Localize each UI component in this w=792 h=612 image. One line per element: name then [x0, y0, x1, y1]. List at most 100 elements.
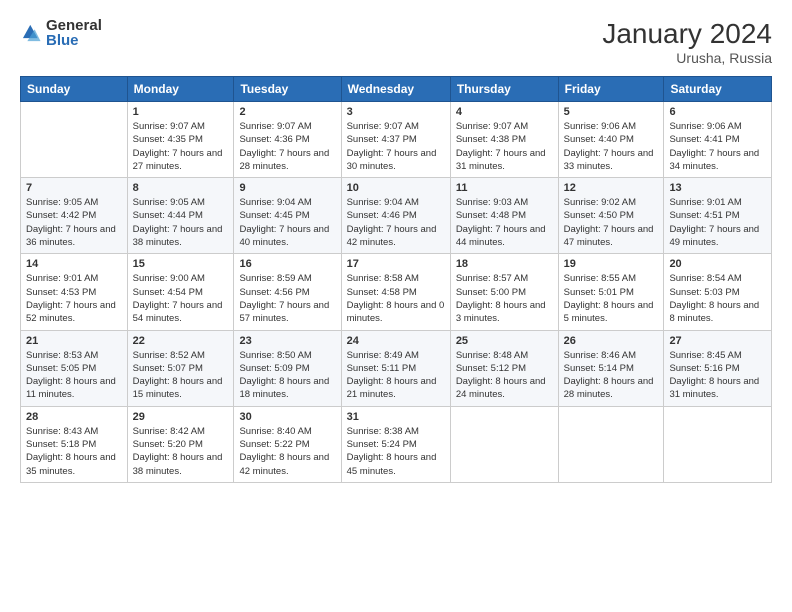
day-number: 18: [456, 258, 553, 270]
day-number: 16: [239, 258, 335, 270]
day-number: 31: [347, 411, 445, 423]
header-row: Sunday Monday Tuesday Wednesday Thursday…: [21, 77, 772, 102]
day-number: 8: [133, 182, 229, 194]
day-info: Sunrise: 8:59 AMSunset: 4:56 PMDaylight:…: [239, 272, 335, 325]
calendar-body: 1 Sunrise: 9:07 AMSunset: 4:35 PMDaylight…: [21, 102, 772, 483]
day-info: Sunrise: 9:07 AMSunset: 4:37 PMDaylight:…: [347, 120, 445, 173]
day-info: Sunrise: 8:40 AMSunset: 5:22 PMDaylight:…: [239, 425, 335, 478]
title-block: January 2024 Urusha, Russia: [602, 18, 772, 66]
day-cell: 5 Sunrise: 9:06 AMSunset: 4:40 PMDaylight…: [558, 102, 664, 178]
day-info: Sunrise: 8:53 AMSunset: 5:05 PMDaylight:…: [26, 349, 122, 402]
week-row: 28 Sunrise: 8:43 AMSunset: 5:18 PMDayligh…: [21, 406, 772, 482]
day-number: 1: [133, 106, 229, 118]
day-info: Sunrise: 8:52 AMSunset: 5:07 PMDaylight:…: [133, 349, 229, 402]
day-cell: 11Sunrise: 9:03 AMSunset: 4:48 PMDayligh…: [450, 178, 558, 254]
day-number: 30: [239, 411, 335, 423]
day-cell: [558, 406, 664, 482]
week-row: 21 Sunrise: 8:53 AMSunset: 5:05 PMDayligh…: [21, 330, 772, 406]
day-number: 9: [239, 182, 335, 194]
day-number: 3: [347, 106, 445, 118]
day-number: 14: [26, 258, 122, 270]
day-cell: 13 Sunrise: 9:01 AMSunset: 4:51 PMDayligh…: [664, 178, 772, 254]
day-cell: 8 Sunrise: 9:05 AMSunset: 4:44 PMDaylight…: [127, 178, 234, 254]
col-thursday: Thursday: [450, 77, 558, 102]
logo-general: General: [46, 18, 102, 33]
day-number: 26: [564, 335, 659, 347]
day-number: 2: [239, 106, 335, 118]
day-cell: 1 Sunrise: 9:07 AMSunset: 4:35 PMDaylight…: [127, 102, 234, 178]
day-number: 27: [669, 335, 766, 347]
col-tuesday: Tuesday: [234, 77, 341, 102]
day-number: 25: [456, 335, 553, 347]
day-number: 19: [564, 258, 659, 270]
day-info: Sunrise: 8:46 AMSunset: 5:14 PMDaylight:…: [564, 349, 659, 402]
day-info: Sunrise: 9:07 AMSunset: 4:35 PMDaylight:…: [133, 120, 229, 173]
day-number: 29: [133, 411, 229, 423]
col-monday: Monday: [127, 77, 234, 102]
day-cell: 7Sunrise: 9:05 AMSunset: 4:42 PMDaylight…: [21, 178, 128, 254]
week-row: 14Sunrise: 9:01 AMSunset: 4:53 PMDayligh…: [21, 254, 772, 330]
day-number: 11: [456, 182, 553, 194]
day-info: Sunrise: 8:58 AMSunset: 4:58 PMDaylight:…: [347, 272, 445, 325]
calendar-table: Sunday Monday Tuesday Wednesday Thursday…: [20, 76, 772, 483]
day-cell: 12Sunrise: 9:02 AMSunset: 4:50 PMDayligh…: [558, 178, 664, 254]
day-info: Sunrise: 8:54 AMSunset: 5:03 PMDaylight:…: [669, 272, 766, 325]
day-info: Sunrise: 9:02 AMSunset: 4:50 PMDaylight:…: [564, 196, 659, 249]
day-info: Sunrise: 9:06 AMSunset: 4:41 PMDaylight:…: [669, 120, 766, 173]
day-cell: 30 Sunrise: 8:40 AMSunset: 5:22 PMDayligh…: [234, 406, 341, 482]
day-cell: 6 Sunrise: 9:06 AMSunset: 4:41 PMDaylight…: [664, 102, 772, 178]
day-cell: [21, 102, 128, 178]
day-cell: 23 Sunrise: 8:50 AMSunset: 5:09 PMDayligh…: [234, 330, 341, 406]
day-info: Sunrise: 9:05 AMSunset: 4:44 PMDaylight:…: [133, 196, 229, 249]
logo-blue: Blue: [46, 33, 102, 48]
day-number: 5: [564, 106, 659, 118]
day-cell: 31 Sunrise: 8:38 AMSunset: 5:24 PMDayligh…: [341, 406, 450, 482]
day-info: Sunrise: 8:48 AMSunset: 5:12 PMDaylight:…: [456, 349, 553, 402]
day-info: Sunrise: 8:38 AMSunset: 5:24 PMDaylight:…: [347, 425, 445, 478]
day-cell: 28 Sunrise: 8:43 AMSunset: 5:18 PMDayligh…: [21, 406, 128, 482]
day-info: Sunrise: 9:04 AMSunset: 4:46 PMDaylight:…: [347, 196, 445, 249]
day-info: Sunrise: 9:05 AMSunset: 4:42 PMDaylight:…: [26, 196, 122, 249]
day-info: Sunrise: 8:45 AMSunset: 5:16 PMDaylight:…: [669, 349, 766, 402]
day-info: Sunrise: 8:57 AMSunset: 5:00 PMDaylight:…: [456, 272, 553, 325]
day-number: 28: [26, 411, 122, 423]
day-info: Sunrise: 9:06 AMSunset: 4:40 PMDaylight:…: [564, 120, 659, 173]
day-number: 21: [26, 335, 122, 347]
day-cell: 9 Sunrise: 9:04 AMSunset: 4:45 PMDaylight…: [234, 178, 341, 254]
day-number: 23: [239, 335, 335, 347]
day-info: Sunrise: 8:43 AMSunset: 5:18 PMDaylight:…: [26, 425, 122, 478]
day-number: 22: [133, 335, 229, 347]
day-number: 6: [669, 106, 766, 118]
col-friday: Friday: [558, 77, 664, 102]
calendar-page: General Blue January 2024 Urusha, Russia…: [0, 0, 792, 612]
day-cell: 10Sunrise: 9:04 AMSunset: 4:46 PMDayligh…: [341, 178, 450, 254]
day-number: 13: [669, 182, 766, 194]
day-info: Sunrise: 8:50 AMSunset: 5:09 PMDaylight:…: [239, 349, 335, 402]
page-header: General Blue January 2024 Urusha, Russia: [20, 18, 772, 66]
day-cell: 15Sunrise: 9:00 AMSunset: 4:54 PMDayligh…: [127, 254, 234, 330]
week-row: 1 Sunrise: 9:07 AMSunset: 4:35 PMDaylight…: [21, 102, 772, 178]
col-saturday: Saturday: [664, 77, 772, 102]
day-info: Sunrise: 9:04 AMSunset: 4:45 PMDaylight:…: [239, 196, 335, 249]
day-cell: 19 Sunrise: 8:55 AMSunset: 5:01 PMDayligh…: [558, 254, 664, 330]
day-info: Sunrise: 9:01 AMSunset: 4:51 PMDaylight:…: [669, 196, 766, 249]
calendar-header: Sunday Monday Tuesday Wednesday Thursday…: [21, 77, 772, 102]
day-cell: 4Sunrise: 9:07 AMSunset: 4:38 PMDaylight…: [450, 102, 558, 178]
day-cell: 17 Sunrise: 8:58 AMSunset: 4:58 PMDayligh…: [341, 254, 450, 330]
week-row: 7Sunrise: 9:05 AMSunset: 4:42 PMDaylight…: [21, 178, 772, 254]
day-info: Sunrise: 9:07 AMSunset: 4:36 PMDaylight:…: [239, 120, 335, 173]
day-cell: [450, 406, 558, 482]
day-cell: 20Sunrise: 8:54 AMSunset: 5:03 PMDayligh…: [664, 254, 772, 330]
day-number: 17: [347, 258, 445, 270]
day-info: Sunrise: 8:49 AMSunset: 5:11 PMDaylight:…: [347, 349, 445, 402]
day-cell: 22 Sunrise: 8:52 AMSunset: 5:07 PMDayligh…: [127, 330, 234, 406]
day-number: 15: [133, 258, 229, 270]
day-info: Sunrise: 9:07 AMSunset: 4:38 PMDaylight:…: [456, 120, 553, 173]
logo-icon: [20, 22, 42, 44]
logo: General Blue: [20, 18, 102, 48]
day-info: Sunrise: 8:55 AMSunset: 5:01 PMDaylight:…: [564, 272, 659, 325]
col-wednesday: Wednesday: [341, 77, 450, 102]
day-cell: 2 Sunrise: 9:07 AMSunset: 4:36 PMDaylight…: [234, 102, 341, 178]
day-number: 24: [347, 335, 445, 347]
day-cell: 21 Sunrise: 8:53 AMSunset: 5:05 PMDayligh…: [21, 330, 128, 406]
